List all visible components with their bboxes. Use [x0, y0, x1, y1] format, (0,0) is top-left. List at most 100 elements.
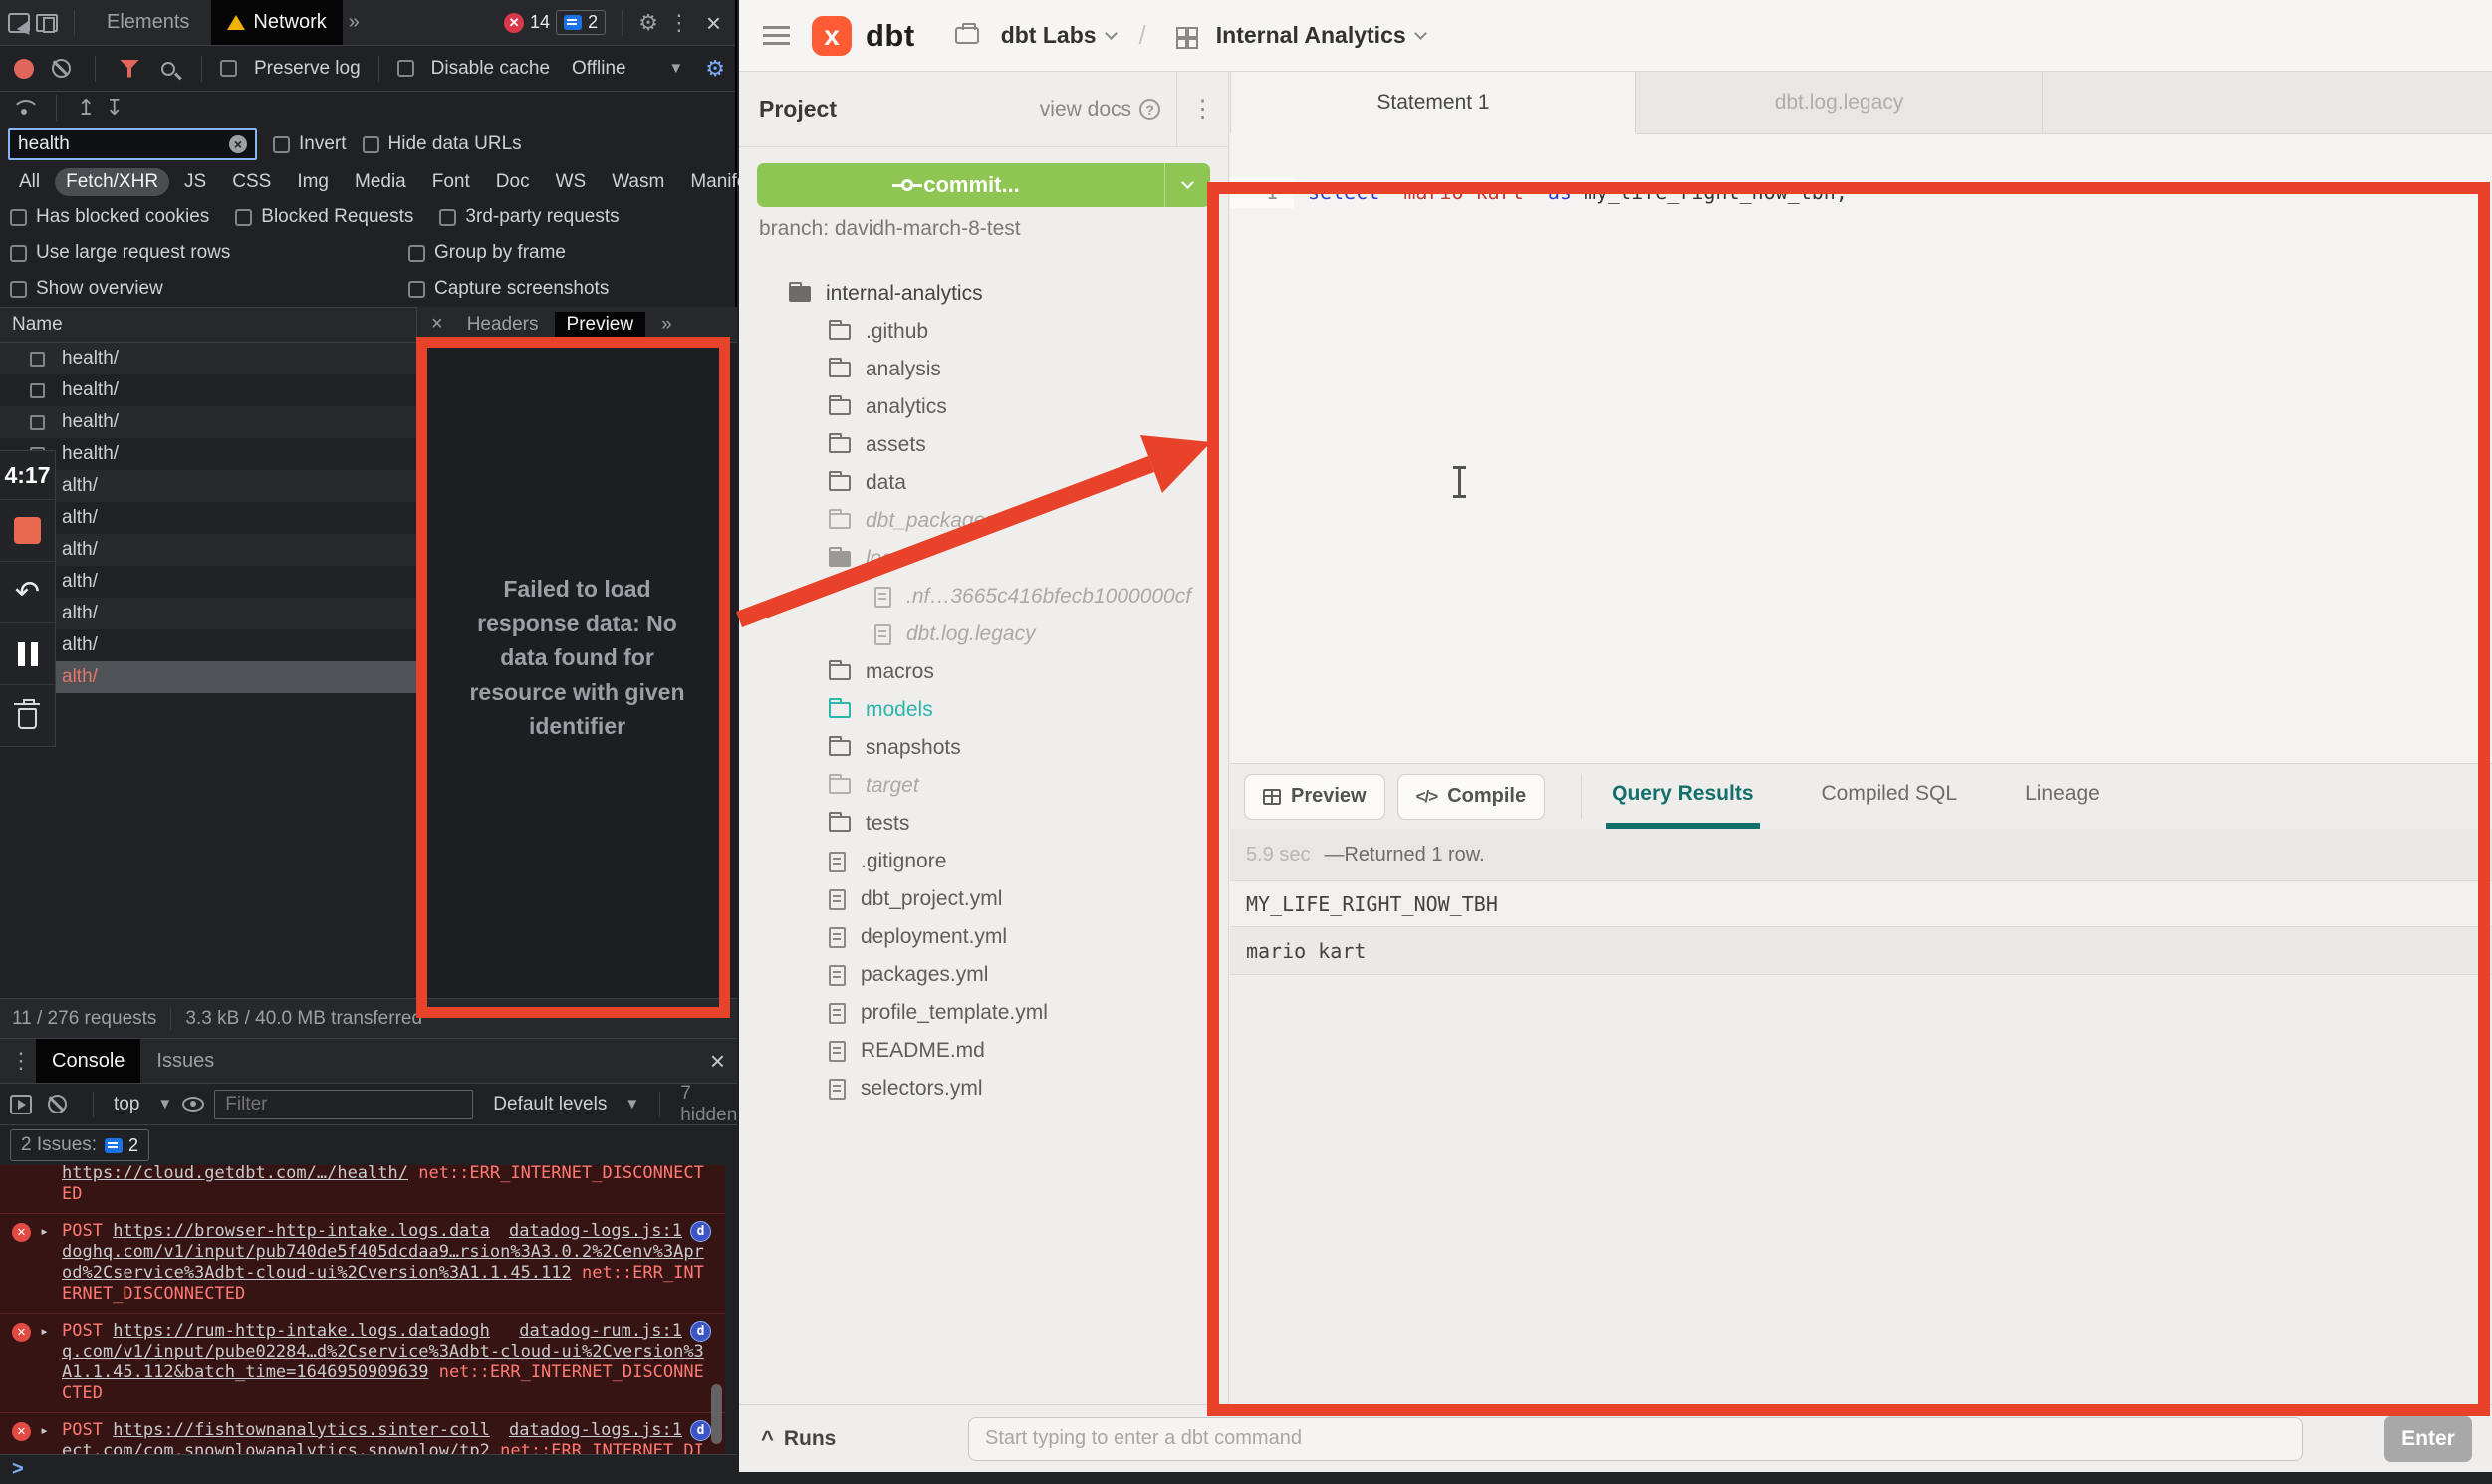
- console-scrollbar-thumb[interactable]: [711, 1384, 722, 1444]
- context-selector[interactable]: top: [114, 1094, 139, 1115]
- project-selector[interactable]: Internal Analytics: [1216, 22, 1425, 49]
- file-tree-item[interactable]: packages.yml: [739, 956, 1228, 994]
- live-expression-icon[interactable]: [10, 1095, 32, 1114]
- more-tabs-icon[interactable]: »: [349, 11, 360, 34]
- error-count-badge[interactable]: ✕14: [504, 12, 550, 33]
- file-tree-item[interactable]: snapshots: [739, 729, 1228, 767]
- account-selector[interactable]: dbt Labs: [1001, 22, 1116, 49]
- levels-chevron-icon[interactable]: ▼: [624, 1096, 639, 1113]
- throttling-chevron-icon[interactable]: ▼: [668, 60, 683, 77]
- file-tree-item[interactable]: target: [739, 767, 1228, 805]
- network-settings-gear-icon[interactable]: ⚙: [705, 58, 725, 80]
- large-rows-checkbox[interactable]: [10, 245, 27, 262]
- search-icon[interactable]: [161, 62, 175, 76]
- tab-headers[interactable]: Headers: [455, 312, 551, 338]
- file-tree-item[interactable]: profile_template.yml: [739, 994, 1228, 1032]
- tab-elements[interactable]: Elements: [91, 0, 205, 45]
- throttling-select[interactable]: Offline: [572, 58, 626, 80]
- source-file-link[interactable]: datadog-rum.js:1: [519, 1321, 682, 1342]
- error-url-link[interactable]: https://fishtownanalytics.sinter-collect…: [62, 1420, 490, 1454]
- console-error-row[interactable]: ✕ ▸ datadog-logs.js:1d POST https://fish…: [0, 1412, 725, 1454]
- invert-checkbox[interactable]: [273, 136, 290, 153]
- file-tree-item[interactable]: .nf…3665c416bfecb1000000cf: [739, 578, 1228, 616]
- issues-count-badge[interactable]: 2: [556, 10, 606, 35]
- request-type-pill[interactable]: CSS: [221, 168, 282, 196]
- details-more-tabs-icon[interactable]: »: [649, 312, 684, 338]
- enter-button[interactable]: Enter: [2384, 1416, 2472, 1462]
- tab-preview[interactable]: Preview: [555, 312, 646, 338]
- hamburger-menu-icon[interactable]: [763, 26, 790, 29]
- record-network-icon[interactable]: [14, 59, 34, 79]
- request-type-pill[interactable]: WS: [545, 168, 598, 196]
- request-type-pill[interactable]: Font: [421, 168, 481, 196]
- request-type-pill[interactable]: Wasm: [601, 168, 675, 196]
- commit-button[interactable]: commit...: [757, 163, 1210, 207]
- settings-gear-icon[interactable]: ⚙: [638, 12, 658, 34]
- tab-console[interactable]: Console: [36, 1039, 140, 1083]
- network-request-row[interactable]: health/: [0, 438, 416, 470]
- issues-banner[interactable]: 2 Issues: 2: [10, 1129, 149, 1161]
- project-kebab-menu[interactable]: ⋮: [1176, 72, 1228, 146]
- clear-network-icon[interactable]: [52, 59, 71, 78]
- request-type-pill[interactable]: All: [8, 168, 51, 196]
- export-har-icon[interactable]: ↧: [105, 97, 123, 119]
- show-overview-checkbox[interactable]: [10, 281, 27, 298]
- kebab-menu-icon[interactable]: ⋮: [664, 10, 694, 36]
- file-tree-item[interactable]: data: [739, 464, 1228, 502]
- network-request-row[interactable]: alth/: [0, 661, 416, 693]
- close-devtools-icon[interactable]: ×: [700, 10, 727, 36]
- file-tree-item[interactable]: models: [739, 691, 1228, 729]
- context-chevron-icon[interactable]: ▼: [157, 1096, 172, 1113]
- third-party-checkbox[interactable]: [439, 209, 456, 226]
- sql-editor[interactable]: 1 select 'mario kart' as my_life_right_n…: [1230, 134, 2492, 763]
- group-by-frame-checkbox[interactable]: [408, 245, 425, 262]
- console-error-row[interactable]: ✕ ▸ datadog-logs.js:1d POST https://brow…: [0, 1213, 725, 1313]
- file-tree-item[interactable]: logs: [739, 540, 1228, 578]
- request-type-pill[interactable]: Doc: [485, 168, 541, 196]
- file-tree-item[interactable]: .gitignore: [739, 843, 1228, 880]
- log-levels-select[interactable]: Default levels: [493, 1094, 607, 1115]
- error-url-link[interactable]: https://cloud.getdbt.com/…/health/: [62, 1165, 408, 1183]
- network-request-row[interactable]: alth/: [0, 502, 416, 534]
- network-request-row[interactable]: health/: [0, 406, 416, 438]
- network-filter-input[interactable]: [18, 133, 229, 155]
- tab-issues[interactable]: Issues: [140, 1039, 230, 1083]
- request-type-pill[interactable]: JS: [173, 168, 217, 196]
- network-request-row[interactable]: alth/: [0, 566, 416, 598]
- source-file-link[interactable]: datadog-logs.js:1: [509, 1420, 682, 1441]
- network-request-row[interactable]: health/: [0, 374, 416, 406]
- capture-screenshots-checkbox[interactable]: [408, 281, 425, 298]
- requests-name-column-header[interactable]: Name: [0, 307, 416, 343]
- hide-data-urls-checkbox[interactable]: [363, 136, 379, 153]
- console-filter-input[interactable]: [214, 1090, 473, 1119]
- tab-statement-1[interactable]: Statement 1: [1230, 72, 1636, 134]
- network-request-row[interactable]: alth/: [0, 534, 416, 566]
- tab-query-results[interactable]: Query Results: [1606, 764, 1759, 829]
- file-tree-item[interactable]: analysis: [739, 351, 1228, 388]
- blocked-requests-checkbox[interactable]: [235, 209, 252, 226]
- file-tree-item[interactable]: internal-analytics: [739, 275, 1228, 313]
- console-prompt[interactable]: >: [0, 1454, 737, 1484]
- runs-toggle[interactable]: ^Runs: [739, 1426, 968, 1452]
- file-tree-item[interactable]: dbt_packages: [739, 502, 1228, 540]
- file-tree-item[interactable]: selectors.yml: [739, 1070, 1228, 1108]
- file-tree-item[interactable]: tests: [739, 805, 1228, 843]
- disable-cache-checkbox[interactable]: [397, 60, 414, 77]
- request-type-pill[interactable]: Fetch/XHR: [55, 168, 169, 196]
- dbt-command-input[interactable]: [968, 1417, 2303, 1461]
- preview-button[interactable]: Preview: [1244, 774, 1385, 820]
- tab-lineage[interactable]: Lineage: [2019, 764, 2106, 829]
- request-type-pill[interactable]: Img: [286, 168, 340, 196]
- network-request-row[interactable]: alth/: [0, 629, 416, 661]
- file-tree-item[interactable]: dbt.log.legacy: [739, 616, 1228, 653]
- pause-recording-button[interactable]: [0, 622, 55, 684]
- device-toolbar-icon[interactable]: [36, 14, 58, 32]
- filter-funnel-icon[interactable]: [120, 60, 139, 78]
- console-error-row[interactable]: ✕ ▸ d https://cloud.getdbt.com/…/health/…: [0, 1165, 725, 1213]
- eye-icon[interactable]: [182, 1097, 204, 1112]
- clear-console-icon[interactable]: [48, 1095, 67, 1113]
- file-tree-item[interactable]: macros: [739, 653, 1228, 691]
- file-tree-item[interactable]: assets: [739, 426, 1228, 464]
- close-console-icon[interactable]: ×: [704, 1048, 731, 1074]
- compile-button[interactable]: </>Compile: [1397, 774, 1546, 820]
